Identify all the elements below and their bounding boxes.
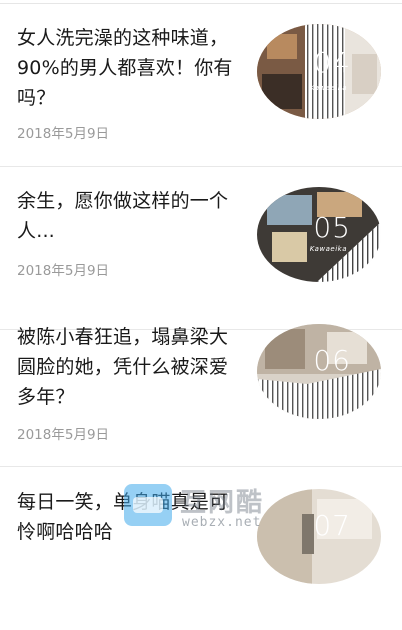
article-thumbnail[interactable]: 07 <box>257 489 381 584</box>
article-thumbnail[interactable]: 06 <box>257 324 381 419</box>
article-date: 2018年5月9日 <box>17 263 110 279</box>
title-line: 每日一笑，单身喵真是可 <box>17 491 229 513</box>
title-line: 被陈小春狂追，塌鼻梁大 <box>17 326 229 348</box>
article-thumbnail[interactable]: 05 Kawaeika <box>257 187 381 282</box>
thumbnail-number: 07 <box>313 509 351 542</box>
thumbnail-tag: Kawaeika <box>309 245 347 253</box>
article-title[interactable]: 每日一笑，单身喵真是可 怜啊哈哈哈 <box>17 487 243 547</box>
article-thumbnail[interactable]: 04 Kawaeika <box>257 24 381 119</box>
article-date: 2018年5月9日 <box>17 126 110 142</box>
article-item[interactable]: 每日一笑，单身喵真是可 怜啊哈哈哈 07 <box>0 467 402 630</box>
thumbnail-number: 06 <box>313 344 351 377</box>
article-title[interactable]: 女人洗完澡的这种味道， 90%的男人都喜欢！你有 吗？ <box>17 23 243 113</box>
thumbnail-number: 05 <box>313 211 351 244</box>
thumbnail-number: 04 <box>313 46 351 79</box>
title-line: 90%的男人都喜欢！你有 <box>17 57 233 79</box>
title-line: 吗？ <box>17 87 56 109</box>
thumbnail-tag: Kawaeika <box>309 84 347 92</box>
article-title[interactable]: 被陈小春狂追，塌鼻梁大 圆脸的她，凭什么被深爱 多年？ <box>17 322 243 412</box>
article-feed: 女人洗完澡的这种味道， 90%的男人都喜欢！你有 吗？ 2018年5月9日 04… <box>0 0 402 584</box>
title-line: 女人洗完澡的这种味道， <box>17 27 229 49</box>
title-line: 余生，愿你做这样的一个 <box>17 190 229 212</box>
article-item[interactable]: 女人洗完澡的这种味道， 90%的男人都喜欢！你有 吗？ 2018年5月9日 04… <box>0 4 402 167</box>
article-date: 2018年5月9日 <box>17 427 110 443</box>
title-line: 人... <box>17 220 55 242</box>
title-line: 多年？ <box>17 386 75 408</box>
article-title[interactable]: 余生，愿你做这样的一个 人... <box>17 186 243 246</box>
title-line: 圆脸的她，凭什么被深爱 <box>17 356 229 378</box>
title-line: 怜啊哈哈哈 <box>17 521 114 543</box>
article-item[interactable]: 被陈小春狂追，塌鼻梁大 圆脸的她，凭什么被深爱 多年？ 2018年5月9日 06 <box>0 304 402 467</box>
